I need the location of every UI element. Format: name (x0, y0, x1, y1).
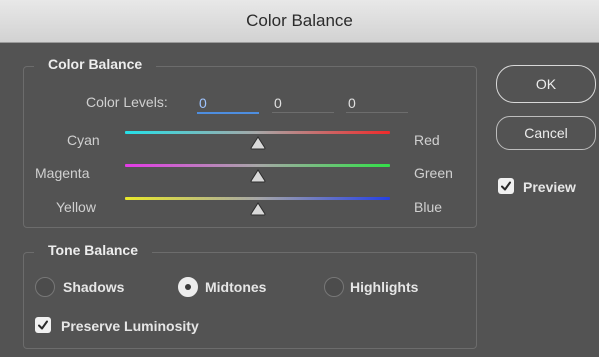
slider-right-label-red: Red (414, 132, 440, 148)
radio-shadows[interactable] (35, 277, 55, 297)
slider-left-label-yellow: Yellow (56, 199, 96, 215)
ok-button-label: OK (535, 76, 557, 92)
color-level-value-1: 0 (199, 95, 207, 111)
cancel-button-label: Cancel (524, 125, 568, 141)
cancel-button[interactable]: Cancel (496, 116, 596, 150)
slider-right-label-blue: Blue (414, 199, 443, 215)
preserve-luminosity-checkbox[interactable] (35, 317, 51, 333)
cyan-red-slider-track[interactable] (125, 131, 390, 134)
color-level-field-magenta-green[interactable]: 0 (272, 92, 334, 113)
yellow-blue-slider-track[interactable] (125, 197, 390, 200)
color-level-value-2: 0 (274, 95, 282, 111)
radio-label-midtones[interactable]: Midtones (205, 279, 266, 295)
color-level-field-yellow-blue[interactable]: 0 (346, 92, 408, 113)
cyan-red-slider-thumb[interactable] (249, 136, 266, 150)
yellow-blue-slider-thumb[interactable] (249, 202, 266, 216)
window-titlebar: Color Balance (0, 0, 599, 43)
preserve-luminosity-label[interactable]: Preserve Luminosity (61, 318, 199, 334)
preview-label[interactable]: Preview (523, 179, 576, 195)
radio-label-highlights[interactable]: Highlights (350, 279, 418, 295)
magenta-green-slider-thumb[interactable] (249, 169, 266, 183)
radio-label-shadows[interactable]: Shadows (63, 279, 124, 295)
radio-highlights[interactable] (324, 277, 344, 297)
color-level-field-cyan-red[interactable]: 0 (197, 92, 259, 114)
checkmark-icon (501, 181, 511, 191)
color-level-value-3: 0 (348, 95, 356, 111)
slider-left-label-cyan: Cyan (67, 132, 100, 148)
radio-midtones[interactable] (178, 277, 198, 297)
color-levels-label: Color Levels: (86, 94, 168, 110)
checkmark-icon (38, 320, 48, 330)
slider-left-label-magenta: Magenta (35, 165, 90, 181)
magenta-green-slider-track[interactable] (125, 164, 390, 167)
preview-checkbox[interactable] (498, 178, 514, 194)
tone-balance-group: Tone Balance (23, 242, 477, 349)
slider-right-label-green: Green (414, 165, 453, 181)
tone-balance-group-title: Tone Balance (34, 242, 152, 258)
window-title: Color Balance (246, 11, 353, 30)
ok-button[interactable]: OK (496, 65, 596, 103)
color-balance-group-title: Color Balance (34, 56, 157, 72)
